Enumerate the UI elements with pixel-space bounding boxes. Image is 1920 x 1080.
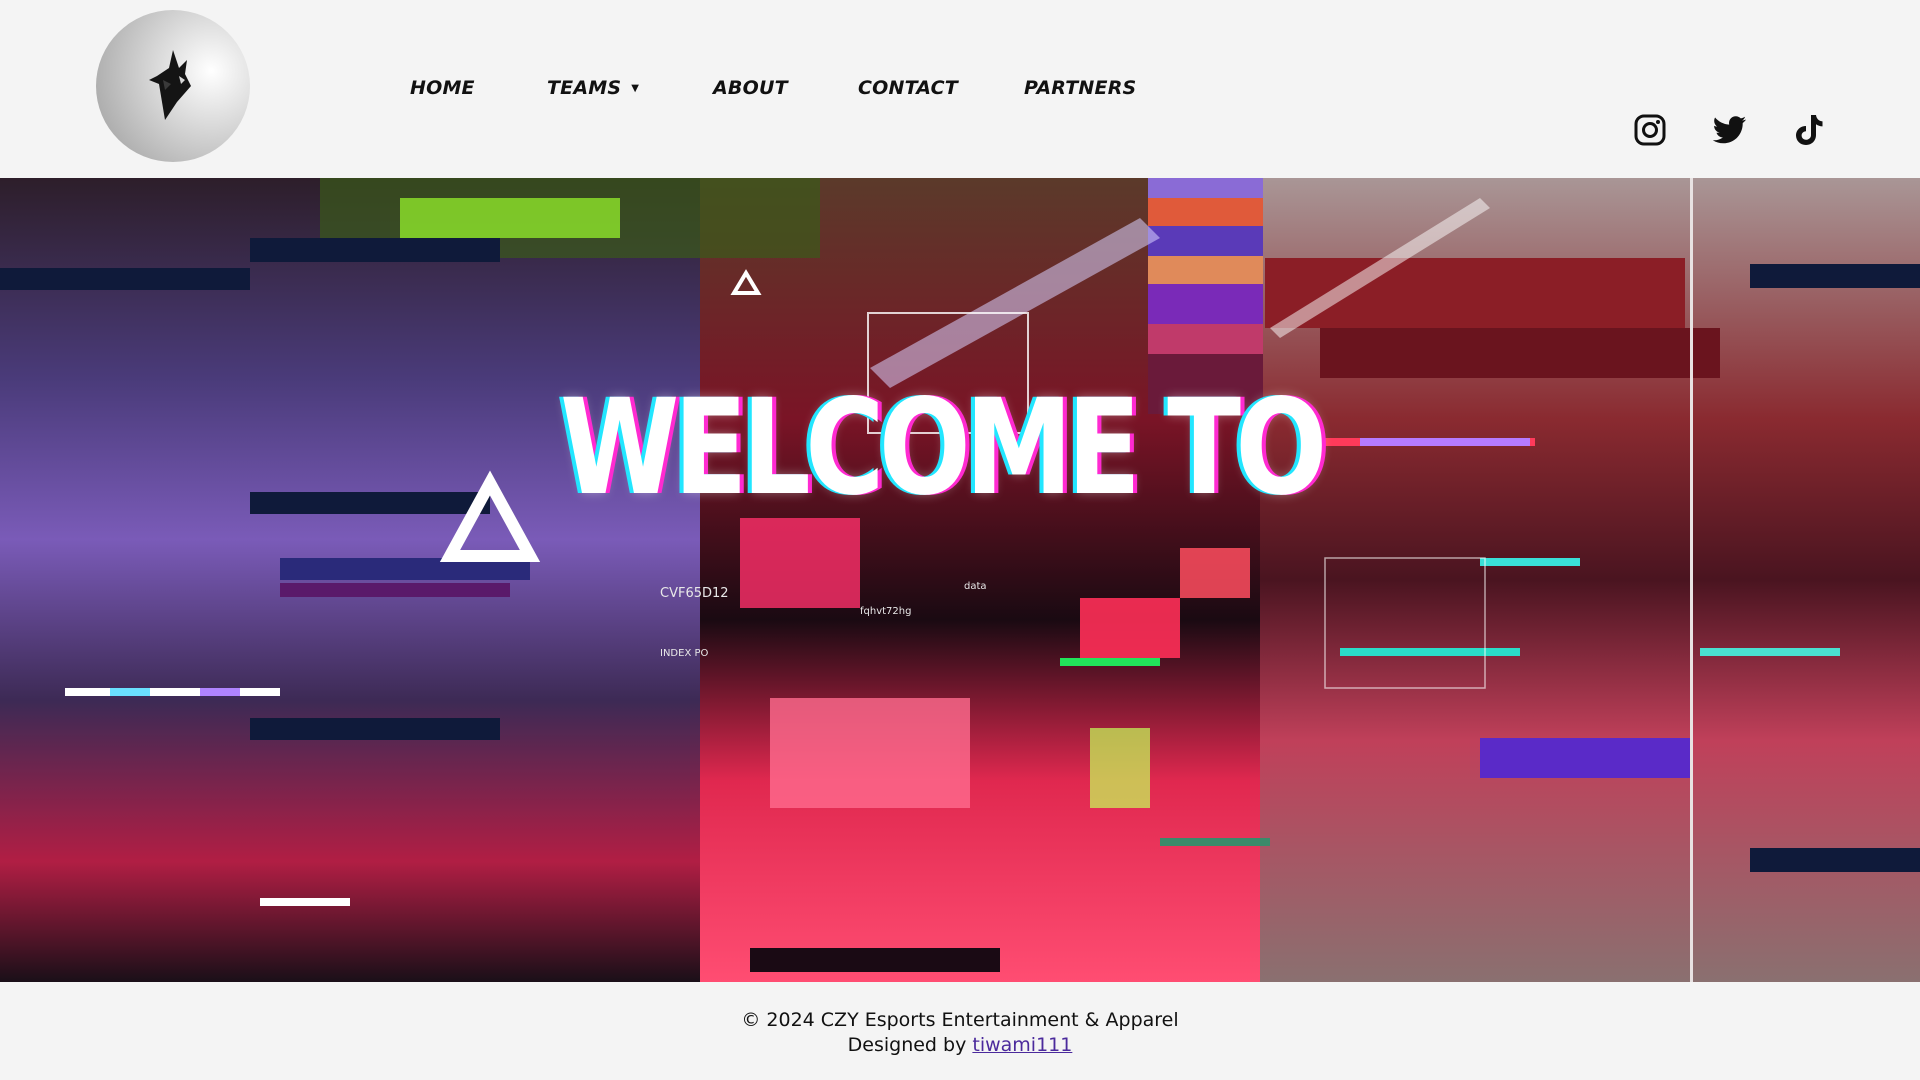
instagram-link[interactable]	[1630, 110, 1670, 150]
site-header: HOME TEAMS ▼ ABOUT CONTACT PARTNERS	[0, 0, 1920, 178]
nav-home-label: HOME	[410, 77, 475, 99]
hero-banner: WELCOME TO CVF65D12 data fqhvt72hg INDEX…	[0, 178, 1920, 982]
hero-headline: WELCOME TO	[560, 371, 1327, 525]
caret-down-icon: ▼	[631, 82, 640, 94]
footer-credit-prefix: Designed by	[847, 1034, 973, 1056]
tiktok-link[interactable]	[1790, 110, 1830, 150]
nav-home[interactable]: HOME	[410, 77, 547, 99]
nav-partners-label: PARTNERS	[1024, 77, 1137, 99]
nav-teams[interactable]: TEAMS ▼	[547, 77, 713, 99]
fox-logo-icon	[149, 50, 191, 120]
glitch-background	[0, 178, 1920, 982]
hero-overlay-text-3: fqhvt72hg	[860, 606, 912, 617]
nav-contact[interactable]: CONTACT	[858, 77, 1024, 99]
instagram-icon	[1634, 114, 1666, 146]
footer-credit: Designed by tiwami111	[0, 1033, 1920, 1058]
footer-copyright: © 2024 CZY Esports Entertainment & Appar…	[741, 1009, 1179, 1031]
nav-about-label: ABOUT	[713, 77, 788, 99]
nav-partners[interactable]: PARTNERS	[1024, 77, 1136, 99]
site-logo[interactable]	[96, 10, 250, 162]
hero-overlay-text-4: INDEX PO	[660, 648, 709, 659]
hero-overlay-text-1: CVF65D12	[660, 586, 729, 601]
tiktok-icon	[1796, 115, 1823, 145]
nav-contact-label: CONTACT	[858, 77, 958, 99]
site-footer: © 2024 CZY Esports Entertainment & Appar…	[0, 982, 1920, 1080]
nav-about[interactable]: ABOUT	[713, 77, 858, 99]
twitter-link[interactable]	[1710, 110, 1750, 150]
hero-overlay-text-2: data	[964, 581, 987, 592]
nav-teams-label: TEAMS	[547, 77, 622, 99]
designer-link[interactable]: tiwami111	[972, 1034, 1072, 1056]
main-nav: HOME TEAMS ▼ ABOUT CONTACT PARTNERS	[410, 77, 1136, 99]
social-links	[1630, 110, 1830, 150]
twitter-icon	[1713, 116, 1747, 144]
